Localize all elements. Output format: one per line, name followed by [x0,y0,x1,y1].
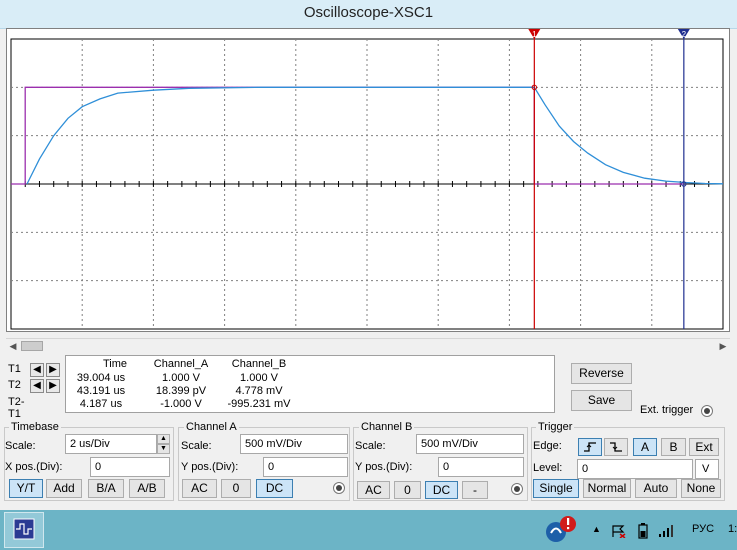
readout-header-time: Time [102,358,128,370]
ext-trigger-terminal-icon[interactable] [701,405,713,417]
readout-t2-channel-a: 18.399 pV [155,385,207,397]
ext-trigger-label: Ext. trigger [640,404,694,416]
channel-b-ac-button[interactable]: AC [357,481,390,499]
save-button[interactable]: Save [571,390,632,411]
title-bar: Oscilloscope-XSC1 [0,0,737,29]
rising-edge-icon[interactable] [578,438,602,456]
scroll-thumb[interactable] [21,341,43,351]
timebase-scale-down-icon[interactable]: ▼ [157,444,170,454]
timebase-xpos-input[interactable]: 0 [90,457,170,477]
horizontal-scrollbar[interactable]: ◀ ▶ [6,338,730,353]
measurement-readout: Time Channel_A Channel_B 39.004 us 1.000… [65,355,555,413]
trigger-single-button[interactable]: Single [533,479,579,498]
cursor-panel: T1 ◀ ▶ T2 ◀ ▶ T2-T1 [6,355,64,420]
readout-t2t1-time: 4.187 us [79,398,123,410]
channel-a-zero-button[interactable]: 0 [221,479,251,498]
taskbar: ▲ РУС 1: [0,510,737,550]
mode-ab-button[interactable]: A/B [129,479,165,498]
scroll-left-icon[interactable]: ◀ [6,339,20,353]
battery-icon[interactable] [636,523,650,539]
channel-a-ypos-input[interactable]: 0 [263,457,348,477]
cursor-t2t1-label: T2-T1 [8,396,25,420]
cursor-t2-label: T2 [8,379,21,391]
trigger-level-unit[interactable]: V [695,459,719,479]
falling-edge-icon[interactable] [604,438,628,456]
channel-a-scale-label: Scale: [181,440,212,452]
taskbar-multisim-app[interactable] [4,512,44,548]
trigger-source-ext-button[interactable]: Ext [689,438,719,456]
timebase-scale-up-icon[interactable]: ▲ [157,434,170,444]
mode-add-button[interactable]: Add [46,479,82,498]
tray-expand-icon[interactable]: ▲ [592,524,601,534]
oscilloscope-screen[interactable]: 12 [7,29,729,331]
readout-t2-time: 43.191 us [76,385,126,397]
cursor-t1-left-arrow-icon[interactable]: ◀ [30,363,44,377]
timebase-title: Timebase [9,421,61,433]
channel-b-dc-button[interactable]: DC [425,481,458,499]
readout-t2t1-channel-b: -995.231 mV [227,398,291,410]
channel-a-scale-input[interactable]: 500 mV/Div [240,434,348,454]
trigger-auto-button[interactable]: Auto [635,479,677,498]
timebase-xpos-label: X pos.(Div): [5,461,63,473]
cursor-t1-right-arrow-icon[interactable]: ▶ [46,363,60,377]
trigger-source-a-button[interactable]: A [633,438,657,456]
channel-b-zero-button[interactable]: 0 [394,481,421,499]
oscilloscope-app-icon [13,518,35,540]
trigger-source-b-button[interactable]: B [661,438,686,456]
cursor-t1-number: 1 [532,30,537,39]
oscilloscope-display[interactable]: 12 [6,28,730,332]
readout-header-channel-a: Channel_A [153,358,209,370]
channel-a-ypos-label: Y pos.(Div): [181,461,239,473]
mode-ba-button[interactable]: B/A [88,479,124,498]
channel-b-ypos-label: Y pos.(Div): [355,461,413,473]
language-indicator[interactable]: РУС [692,523,714,535]
readout-t1-channel-a: 1.000 V [162,372,200,384]
channel-b-title: Channel B [359,421,415,433]
timebase-scale-label: Scale: [5,440,36,452]
readout-t2-channel-b: 4.778 mV [235,385,283,397]
cursor-t2-number: 2 [682,30,687,39]
channel-a-ac-button[interactable]: AC [182,479,217,498]
readout-t1-time: 39.004 us [76,372,126,384]
channel-b-scale-label: Scale: [355,440,386,452]
warning-icon[interactable] [542,512,582,548]
channel-a-terminal-icon[interactable] [333,482,345,494]
timebase-scale-input[interactable]: 2 us/Div [65,434,157,454]
readout-t2t1-channel-a: -1.000 V [160,398,202,410]
network-signal-icon[interactable] [658,524,674,538]
channel-b-terminal-icon[interactable] [511,483,523,495]
clock[interactable]: 1: [728,523,737,535]
readout-t1-channel-b: 1.000 V [240,372,278,384]
cursor-t2-left-arrow-icon[interactable]: ◀ [30,379,44,393]
channel-b-minus-button[interactable]: - [462,481,488,499]
trigger-title: Trigger [536,421,575,433]
channel-a-title: Channel A [184,421,239,433]
trigger-none-button[interactable]: None [681,479,721,498]
action-center-flag-icon[interactable] [611,524,627,538]
trigger-edge-label: Edge: [533,440,562,452]
window-title: Oscilloscope-XSC1 [303,4,434,21]
cursor-t2-right-arrow-icon[interactable]: ▶ [46,379,60,393]
channel-b-ypos-input[interactable]: 0 [438,457,524,477]
channel-b-scale-input[interactable]: 500 mV/Div [416,434,524,454]
reverse-button[interactable]: Reverse [571,363,632,384]
oscilloscope-window: Oscilloscope-XSC1 12 ◀ ▶ T1 ◀ ▶ T2 ◀ ▶ T… [0,0,737,510]
channel-a-dc-button[interactable]: DC [256,479,293,498]
mode-yt-button[interactable]: Y/T [9,479,43,498]
cursor-t1-label: T1 [8,363,21,375]
readout-header-channel-b: Channel_B [231,358,287,370]
trigger-normal-button[interactable]: Normal [583,479,631,498]
trigger-level-label: Level: [533,462,563,474]
trigger-level-input[interactable]: 0 [577,459,693,479]
scroll-right-icon[interactable]: ▶ [716,339,730,353]
